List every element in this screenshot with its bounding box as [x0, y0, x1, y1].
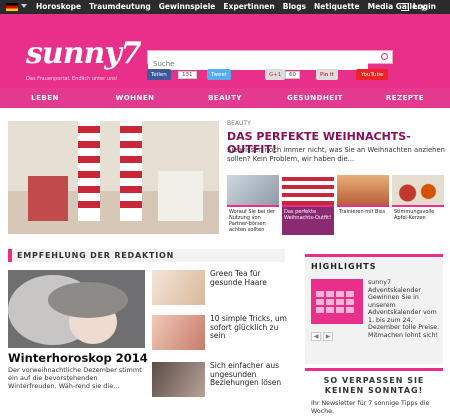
- advent-calendar-image[interactable]: [311, 279, 363, 324]
- highlights-title: HIGHLIGHTS: [311, 262, 377, 271]
- hero-category[interactable]: BEAUTY: [227, 120, 251, 127]
- thumb-image: [282, 175, 334, 205]
- pin-label: Pin it: [320, 71, 334, 78]
- thumb-image: [337, 175, 389, 205]
- item-title: 10 simple Tricks, um sofort glücklich zu…: [210, 314, 287, 340]
- login-link[interactable]: Login: [400, 2, 436, 11]
- youtube-button[interactable]: YouTube: [356, 69, 389, 80]
- tweet-label: Tweet: [211, 71, 227, 78]
- thumb-caption: Stimmungsvolle Apfel-Kerzen: [392, 205, 444, 235]
- main-nav: LEBEN WOHNEN BEAUTY GESUNDHEIT REZEPTE: [0, 88, 450, 108]
- newsletter-title: SO VERPASSEN SIE KEINEN SONNTAG!: [323, 376, 425, 395]
- nav-leben[interactable]: LEBEN: [0, 88, 90, 108]
- thumb-caption: Worauf Sie bei der Nutzung von Partner-b…: [227, 205, 279, 235]
- search-box: [147, 50, 393, 70]
- highlights-box: HIGHLIGHTS sunny7 Adventskalender Gewinn…: [305, 254, 443, 364]
- item-image: [152, 362, 205, 397]
- newsletter-box: SO VERPASSEN SIE KEINEN SONNTAG! Ihr New…: [305, 368, 443, 415]
- chevron-down-icon[interactable]: [21, 4, 27, 8]
- gplus-count: 60: [283, 69, 300, 80]
- gplus-label: G+1: [269, 71, 282, 78]
- calendar-grid: [316, 291, 354, 313]
- winterhoroskop-title[interactable]: Winterhoroskop 2014: [8, 351, 148, 365]
- highlights-accent: [305, 254, 443, 257]
- youtube-label: YouTube: [361, 71, 384, 78]
- nav-wohnen[interactable]: WOHNEN: [90, 88, 180, 108]
- pinterest-button[interactable]: Pin it: [316, 69, 338, 80]
- winterhoroskop-image[interactable]: [8, 270, 145, 348]
- nav-beauty[interactable]: BEAUTY: [180, 88, 270, 108]
- thumb-apfel-kerzen[interactable]: Stimmungsvolle Apfel-Kerzen: [392, 175, 444, 235]
- login-label: Login: [412, 2, 436, 11]
- topnav-traumdeutung[interactable]: Traumdeutung: [89, 2, 151, 11]
- thumb-weihnachts-outfit[interactable]: Das perfekte Weihnachts-Outfit!: [282, 175, 334, 235]
- header: sunny7 Das Frauenportal. Endlich unter u…: [0, 14, 450, 88]
- item-title: Green Tea für gesunde Haare: [210, 269, 267, 287]
- hero-thumbnails: Worauf Sie bei der Nutzung von Partner-b…: [227, 175, 444, 235]
- highlights-text: sunny7 Adventskalender Gewinnen Sie in u…: [368, 279, 440, 339]
- search-icon[interactable]: [381, 53, 388, 60]
- flag-de-icon[interactable]: [6, 3, 18, 11]
- topnav-horoskope[interactable]: Horoskope: [36, 2, 81, 11]
- winter-illustration: [8, 270, 145, 348]
- item-title: Sich einfacher aus ungesunden Beziehunge…: [210, 361, 282, 387]
- thumb-caption: Trainieren mit Biss: [337, 205, 389, 235]
- thumb-trainieren[interactable]: Trainieren mit Biss: [337, 175, 389, 235]
- prev-arrow-icon[interactable]: ◀: [311, 332, 321, 341]
- top-bar: Horoskope Traumdeutung Gewinnspiele Expe…: [0, 0, 450, 14]
- facebook-share-button[interactable]: Teilen: [147, 69, 171, 80]
- list-item[interactable]: Sich einfacher aus ungesunden Beziehunge…: [152, 361, 292, 397]
- list-item[interactable]: Green Tea für gesunde Haare: [152, 269, 292, 305]
- recommend-heading: EMPFEHLUNG DER REDAKTION: [8, 249, 285, 262]
- top-nav: Horoskope Traumdeutung Gewinnspiele Expe…: [36, 2, 426, 11]
- nav-gesundheit[interactable]: GESUNDHEIT: [270, 88, 360, 108]
- thumb-image: [392, 175, 444, 205]
- topnav-gewinnspiele[interactable]: Gewinnspiele: [159, 2, 216, 11]
- topnav-netiquette[interactable]: Netiquette: [314, 2, 360, 11]
- item-image: [152, 270, 205, 305]
- logo[interactable]: sunny7: [26, 36, 142, 71]
- winterhoroskop-text: Der vorweihnachtliche Dezember stimmt ei…: [8, 366, 142, 390]
- login-icon: [400, 2, 409, 11]
- hero-text: Sie wissen noch immer nicht, was Sie an …: [227, 146, 445, 163]
- topnav-blogs[interactable]: Blogs: [283, 2, 306, 11]
- topnav-expertinnen[interactable]: Expertinnen: [223, 2, 274, 11]
- facebook-label: Teilen: [151, 71, 167, 78]
- tagline: Das Frauenportal. Endlich unter uns!: [26, 76, 118, 82]
- hero-illustration: [8, 121, 219, 234]
- item-image: [152, 315, 205, 350]
- newsletter-text: Ihr Newsletter für 7 sonnige Tipps die W…: [311, 400, 430, 415]
- thumb-caption: Das perfekte Weihnachts-Outfit!: [282, 205, 334, 235]
- highlights-pager: ◀ ▶: [311, 332, 333, 341]
- hero-image[interactable]: [8, 121, 219, 234]
- next-arrow-icon[interactable]: ▶: [323, 332, 333, 341]
- thumb-partnerboersen[interactable]: Worauf Sie bei der Nutzung von Partner-b…: [227, 175, 279, 235]
- list-item[interactable]: 10 simple Tricks, um sofort glücklich zu…: [152, 314, 292, 350]
- thumb-image: [227, 175, 279, 205]
- tweet-button[interactable]: Tweet: [207, 69, 231, 80]
- facebook-count: 131: [176, 69, 197, 80]
- nav-rezepte[interactable]: REZEPTE: [360, 88, 450, 108]
